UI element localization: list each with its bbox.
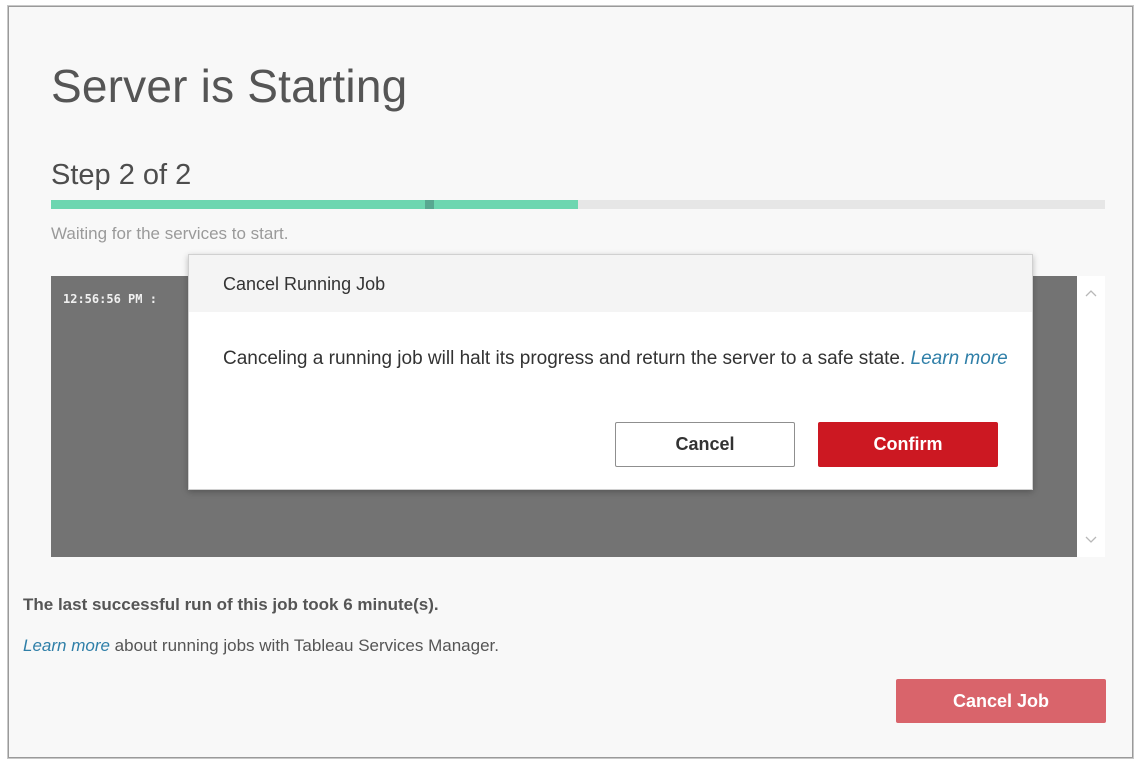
log-line: 12:56:56 PM : [63,292,157,306]
progress-bar-fill [51,200,578,209]
dialog-title: Cancel Running Job [223,274,386,294]
chevron-up-icon[interactable] [1084,286,1098,300]
dialog-header: Cancel Running Job [189,255,1032,312]
status-text: Waiting for the services to start. [51,224,289,243]
cancel-job-dialog: Cancel Running Job Canceling a running j… [188,254,1033,490]
progress-bar [51,200,1105,209]
last-run-summary: The last successful run of this job took… [23,595,439,614]
dialog-confirm-button[interactable]: Confirm [818,422,998,467]
log-scrollbar[interactable] [1077,276,1105,557]
cancel-job-button[interactable]: Cancel Job [896,679,1106,723]
learn-more-link[interactable]: Learn more [23,636,110,655]
learn-more-line: Learn more about running jobs with Table… [23,636,499,656]
dialog-message: Canceling a running job will halt its pr… [223,345,1013,372]
learn-more-text: about running jobs with Tableau Services… [109,636,499,655]
chevron-down-icon[interactable] [1084,533,1098,547]
page-title: Server is Starting [51,60,408,112]
dialog-message-text: Canceling a running job will halt its pr… [223,348,906,369]
dialog-learn-more-link[interactable]: Learn more [911,348,1008,369]
progress-step-marker [425,200,434,209]
step-label: Step 2 of 2 [51,159,192,191]
dialog-cancel-button[interactable]: Cancel [615,422,795,467]
